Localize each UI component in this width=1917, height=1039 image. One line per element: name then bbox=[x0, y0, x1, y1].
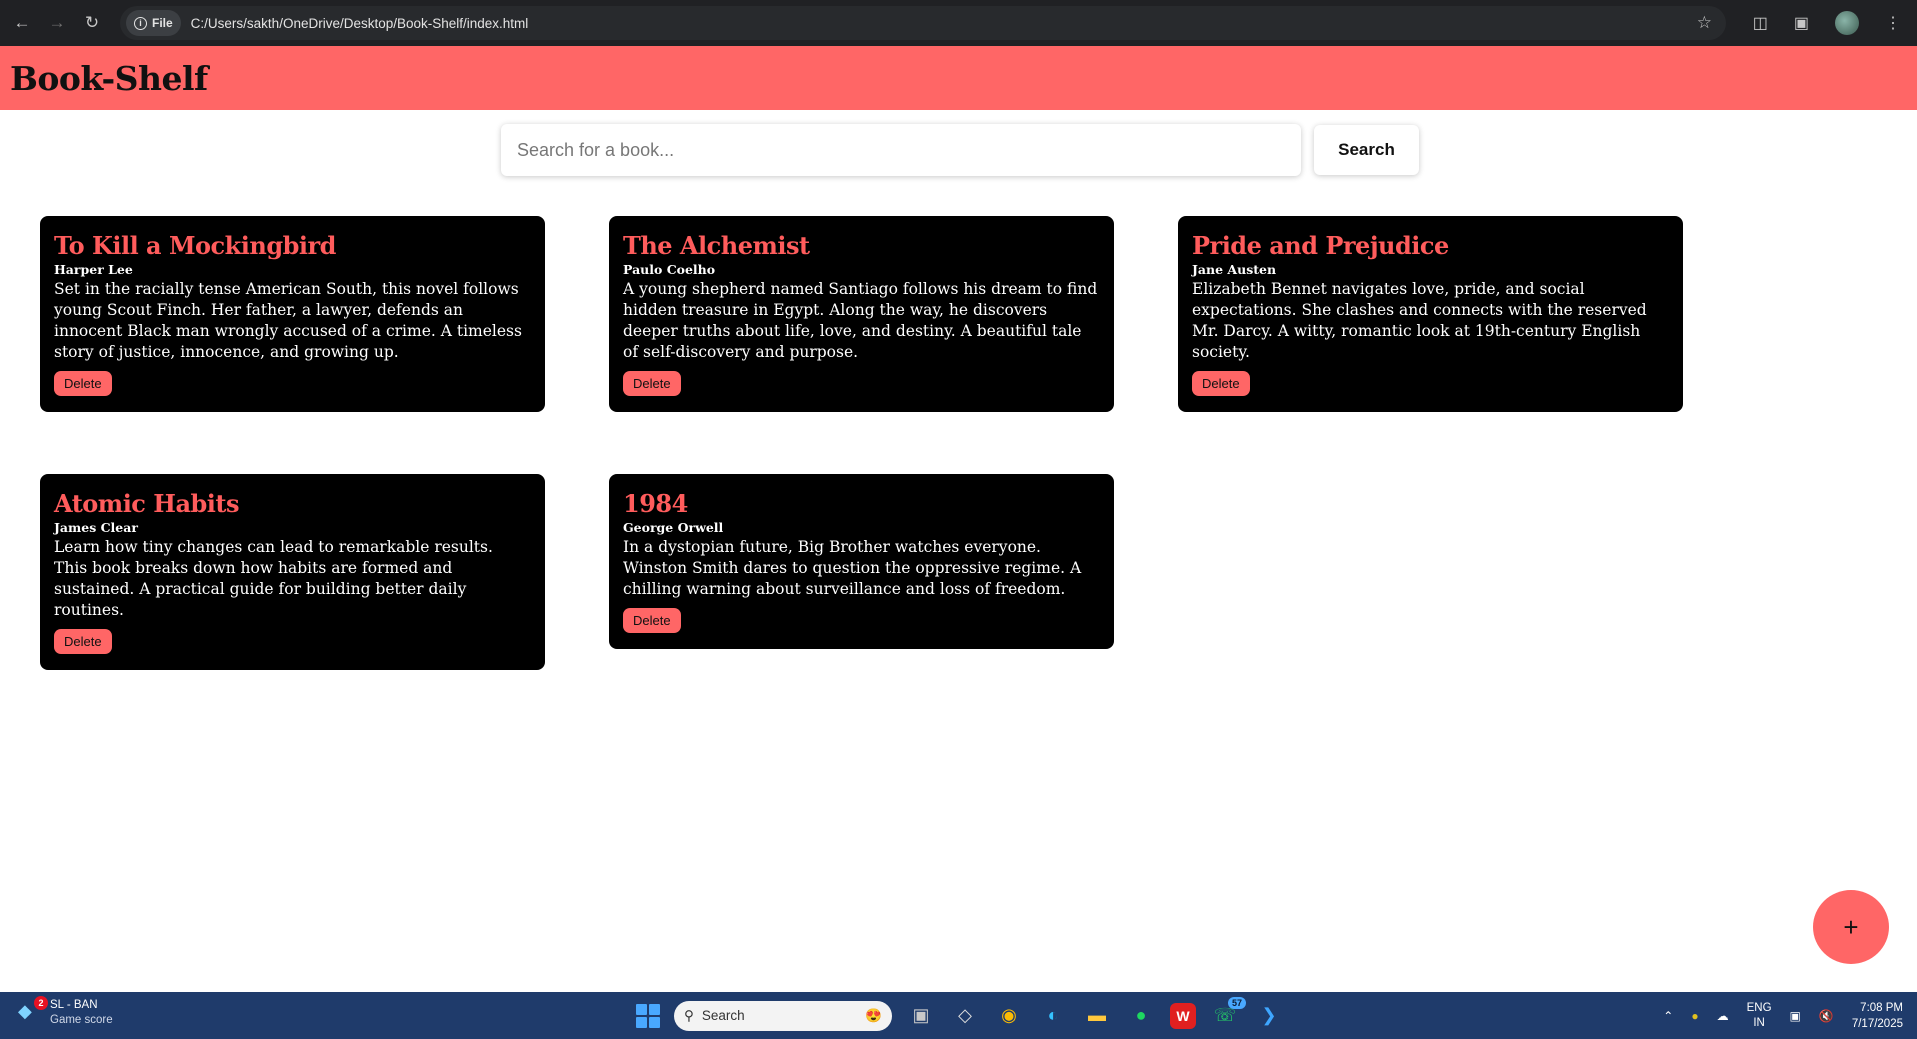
delete-button[interactable]: Delete bbox=[54, 629, 112, 654]
vscode-icon[interactable]: ❯ bbox=[1254, 1001, 1284, 1031]
search-button[interactable]: Search bbox=[1314, 125, 1419, 175]
clock[interactable]: 7:08 PM 7/17/2025 bbox=[1852, 1000, 1903, 1032]
info-icon: i bbox=[134, 16, 147, 30]
book-description: A young shepherd named Santiago follows … bbox=[623, 280, 1098, 361]
book-card: 1984 George Orwell In a dystopian future… bbox=[609, 474, 1114, 649]
profile-avatar[interactable] bbox=[1835, 11, 1859, 35]
whatsapp-badge: 57 bbox=[1227, 996, 1246, 1009]
book-description: In a dystopian future, Big Brother watch… bbox=[623, 538, 1082, 598]
taskbar-search-label: Search bbox=[701, 1008, 745, 1023]
delete-button[interactable]: Delete bbox=[54, 371, 112, 396]
book-author: George Orwell bbox=[623, 520, 724, 535]
search-input[interactable] bbox=[501, 124, 1301, 176]
tray-app-icon[interactable]: ● bbox=[1691, 1009, 1698, 1023]
delete-button[interactable]: Delete bbox=[1192, 371, 1250, 396]
volume-muted-icon[interactable]: 🔇 bbox=[1819, 1009, 1834, 1023]
tray-sync-icon[interactable]: ☁ bbox=[1717, 1009, 1729, 1023]
address-bar[interactable]: i File C:/Users/sakth/OneDrive/Desktop/B… bbox=[120, 6, 1726, 40]
language-label: ENG bbox=[1746, 1001, 1772, 1014]
edge-icon[interactable]: ◐ bbox=[1038, 1001, 1068, 1031]
reload-icon[interactable]: ↻ bbox=[79, 10, 105, 36]
file-explorer-icon[interactable]: ▬ bbox=[1082, 1001, 1112, 1031]
widget-subtitle: Game score bbox=[50, 1014, 113, 1026]
book-card: The Alchemist Paulo Coelho A young sheph… bbox=[609, 216, 1114, 412]
delete-button[interactable]: Delete bbox=[623, 371, 681, 396]
region-label: IN bbox=[1753, 1016, 1765, 1029]
notification-badge: 2 bbox=[34, 996, 48, 1010]
book-card: Pride and Prejudice Jane Austen Elizabet… bbox=[1178, 216, 1683, 412]
book-title: To Kill a Mockingbird bbox=[54, 231, 336, 260]
task-view-icon[interactable]: ▣ bbox=[906, 1001, 936, 1031]
book-title: 1984 bbox=[623, 489, 688, 518]
widgets-icon[interactable]: ◇ bbox=[950, 1001, 980, 1031]
site-info-chip[interactable]: i File bbox=[126, 10, 181, 36]
bookmark-star-icon[interactable]: ☆ bbox=[1697, 13, 1712, 33]
search-bar: Search bbox=[501, 124, 1419, 176]
book-title: Atomic Habits bbox=[54, 489, 240, 518]
taskbar: ◆ 2 SL - BAN Game score ⚲ Search 😍 ▣ ◇ ◉… bbox=[0, 992, 1917, 1039]
book-author: Paulo Coelho bbox=[623, 262, 716, 277]
file-chip-label: File bbox=[152, 16, 173, 30]
book-author: Jane Austen bbox=[1192, 262, 1277, 277]
delete-button[interactable]: Delete bbox=[623, 608, 681, 633]
cricket-score-icon: ◆ 2 bbox=[18, 996, 48, 1025]
chrome-icon[interactable]: ◉ bbox=[994, 1001, 1024, 1031]
spotify-icon[interactable]: ● bbox=[1126, 1001, 1156, 1031]
menu-kebab-icon[interactable]: ⋮ bbox=[1885, 13, 1901, 33]
network-icon[interactable]: ▣ bbox=[1790, 1009, 1801, 1023]
forward-icon[interactable]: → bbox=[44, 10, 70, 36]
add-book-button[interactable]: + bbox=[1813, 890, 1889, 964]
page-title: Book-Shelf bbox=[10, 58, 208, 98]
book-card: To Kill a Mockingbird Harper Lee Set in … bbox=[40, 216, 545, 412]
taskbar-search[interactable]: ⚲ Search 😍 bbox=[674, 1000, 892, 1031]
tab-search-icon[interactable]: ▣ bbox=[1794, 13, 1809, 33]
back-icon[interactable]: ← bbox=[9, 10, 35, 36]
url-text[interactable]: C:/Users/sakth/OneDrive/Desktop/Book-She… bbox=[191, 16, 529, 31]
book-title: Pride and Prejudice bbox=[1192, 231, 1449, 260]
browser-toolbar: ← → ↻ i File C:/Users/sakth/OneDrive/Des… bbox=[0, 0, 1917, 46]
clock-time: 7:08 PM bbox=[1860, 1001, 1903, 1014]
chevron-up-icon[interactable]: ⌃ bbox=[1663, 1009, 1673, 1023]
clock-date: 7/17/2025 bbox=[1851, 1017, 1903, 1030]
wps-office-icon[interactable]: W bbox=[1170, 1002, 1196, 1029]
book-description: Elizabeth Bennet navigates love, pride, … bbox=[1192, 280, 1647, 361]
search-icon: ⚲ bbox=[684, 1007, 694, 1023]
book-title: The Alchemist bbox=[623, 231, 810, 260]
book-author: James Clear bbox=[54, 520, 138, 535]
emoji-icon: 😍 bbox=[865, 1007, 882, 1023]
widget-title: SL - BAN bbox=[50, 999, 98, 1011]
language-indicator[interactable]: ENG IN bbox=[1747, 1001, 1772, 1031]
weather-widget[interactable]: ◆ 2 SL - BAN Game score bbox=[18, 996, 113, 1028]
book-author: Harper Lee bbox=[54, 262, 133, 277]
book-card: Atomic Habits James Clear Learn how tiny… bbox=[40, 474, 545, 670]
app-header: Book-Shelf bbox=[0, 46, 1917, 110]
extensions-icon[interactable]: ◫ bbox=[1753, 13, 1768, 33]
book-description: Set in the racially tense American South… bbox=[54, 280, 522, 361]
book-description: Learn how tiny changes can lead to remar… bbox=[54, 538, 493, 619]
whatsapp-icon[interactable]: ☏ 57 bbox=[1210, 996, 1246, 1031]
windows-start-icon[interactable] bbox=[636, 1003, 660, 1028]
